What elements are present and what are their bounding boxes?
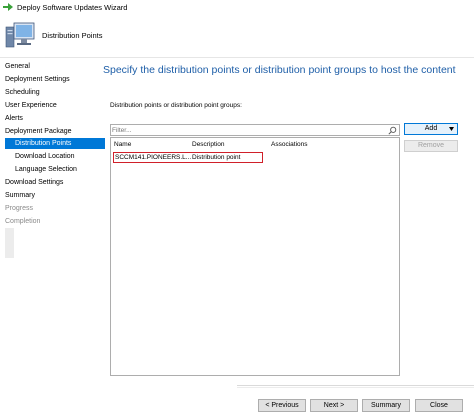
nav-item-completion: Completion xyxy=(5,218,41,225)
page-header-title: Distribution Points xyxy=(42,31,103,40)
remove-button[interactable]: Remove xyxy=(404,140,458,152)
wizard-nav: General Deployment Settings Scheduling U… xyxy=(0,58,105,417)
chevron-down-icon xyxy=(449,127,454,131)
nav-item-alerts[interactable]: Alerts xyxy=(5,113,23,124)
wizard-header: Distribution Points xyxy=(0,14,474,57)
column-header-description[interactable]: Description xyxy=(192,141,225,148)
nav-item-distribution-points[interactable]: Distribution Points xyxy=(5,138,105,149)
computer-monitor-icon xyxy=(5,22,35,48)
footer-divider-shadow xyxy=(237,387,474,388)
close-button[interactable]: Close xyxy=(415,399,463,412)
filter-box[interactable] xyxy=(110,124,400,136)
nav-item-scheduling[interactable]: Scheduling xyxy=(5,87,40,98)
column-header-associations[interactable]: Associations xyxy=(271,141,308,148)
content-title: Specify the distribution points or distr… xyxy=(103,64,456,76)
row-name: SCCM141.PIONEERS.L... xyxy=(115,154,192,161)
list-label: Distribution points or distribution poin… xyxy=(110,102,242,109)
nav-scroll-area xyxy=(5,228,14,258)
footer-divider xyxy=(237,385,474,386)
window-title: Deploy Software Updates Wizard xyxy=(17,3,128,12)
next-button[interactable]: Next > xyxy=(310,399,358,412)
add-button-label: Add xyxy=(424,125,438,132)
search-icon[interactable] xyxy=(388,126,397,135)
nav-item-user-experience[interactable]: User Experience xyxy=(5,100,57,111)
distribution-points-list[interactable]: Name Description Associations SCCM141.PI… xyxy=(110,137,400,376)
nav-item-summary[interactable]: Summary xyxy=(5,190,35,201)
arrow-right-icon xyxy=(3,3,13,11)
nav-item-download-settings[interactable]: Download Settings xyxy=(5,177,63,188)
row-description: Distribution point xyxy=(192,154,241,161)
title-bar: Deploy Software Updates Wizard xyxy=(0,0,474,14)
nav-item-deployment-settings[interactable]: Deployment Settings xyxy=(5,74,70,85)
table-row[interactable]: SCCM141.PIONEERS.L... Distribution point xyxy=(113,152,263,163)
add-button[interactable]: Add xyxy=(404,123,458,135)
nav-item-general[interactable]: General xyxy=(5,61,30,72)
nav-item-language-selection[interactable]: Language Selection xyxy=(15,164,77,175)
summary-button[interactable]: Summary xyxy=(362,399,410,412)
filter-input[interactable] xyxy=(112,125,387,135)
nav-item-deployment-package[interactable]: Deployment Package xyxy=(5,126,72,137)
nav-item-download-location[interactable]: Download Location xyxy=(15,151,75,162)
nav-item-progress: Progress xyxy=(5,205,34,212)
column-header-name[interactable]: Name xyxy=(114,141,131,148)
previous-button[interactable]: < Previous xyxy=(258,399,306,412)
